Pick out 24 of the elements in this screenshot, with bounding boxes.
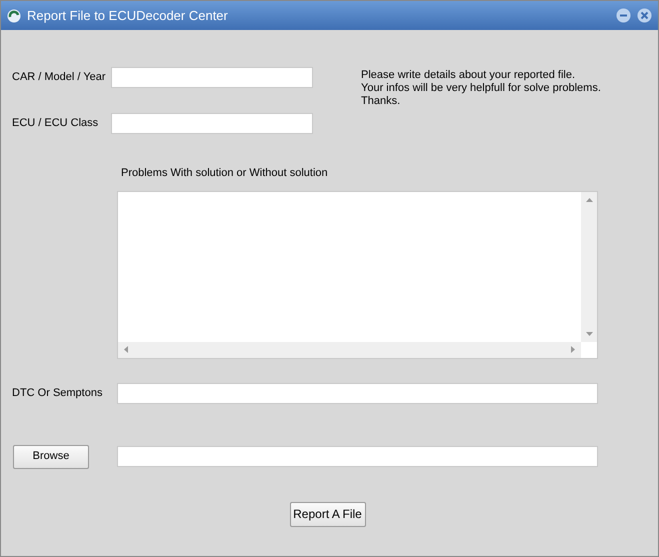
info-text: Please write details about your reported file. <box>361 69 576 82</box>
field-label: DTC Or Semptons <box>11 386 104 401</box>
info-text: Your infos will be very helpfull for solve problems. <box>361 82 601 95</box>
horizontal-scrollbar[interactable] <box>118 342 581 358</box>
scroll-right-icon[interactable] <box>571 346 575 353</box>
minimize-icon[interactable] <box>616 8 631 23</box>
close-icon[interactable] <box>637 8 652 23</box>
problems-label: Problems With solution or Without solution <box>121 166 329 181</box>
input-field[interactable] <box>111 67 313 88</box>
scroll-left-icon[interactable] <box>124 346 128 353</box>
field-label: ECU / ECU Class <box>11 116 100 132</box>
scroll-down-icon[interactable] <box>586 332 592 336</box>
scroll-up-icon[interactable] <box>586 198 592 202</box>
field-label: CAR / Model / Year <box>11 70 107 86</box>
input-field[interactable] <box>117 382 598 404</box>
app-icon <box>7 8 21 22</box>
report-button[interactable]: Report A File <box>290 502 366 526</box>
info-text: Thanks. <box>361 95 402 108</box>
file-path-field[interactable] <box>117 446 598 467</box>
window-title: Report File to ECUDecoder Center <box>27 6 228 25</box>
input-field[interactable] <box>111 113 313 134</box>
problems-text-area[interactable] <box>117 190 598 358</box>
browse-button[interactable]: Browse <box>13 444 89 468</box>
vertical-scrollbar[interactable] <box>581 192 597 342</box>
